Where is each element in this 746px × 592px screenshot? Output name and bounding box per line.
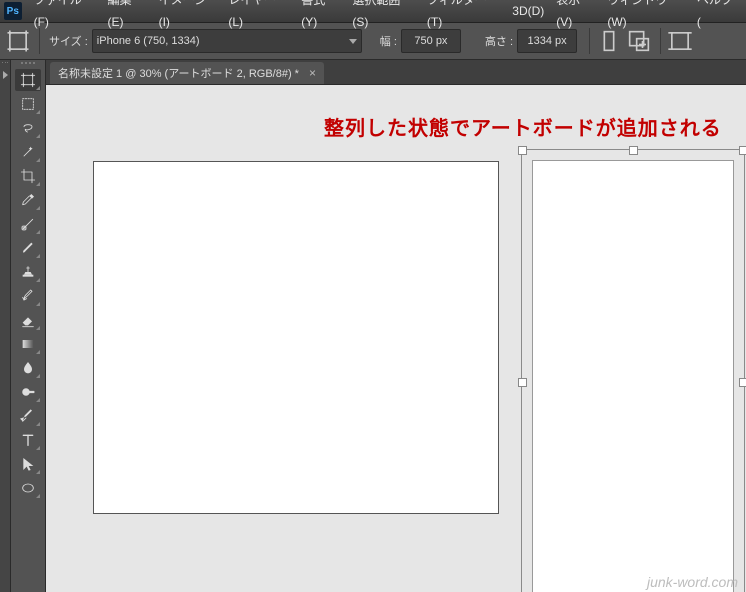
expand-panel-icon	[3, 71, 8, 79]
lasso-tool[interactable]	[15, 117, 41, 139]
brush-tool[interactable]	[15, 237, 41, 259]
chevron-down-icon	[349, 39, 357, 44]
align-artboard-button[interactable]	[666, 28, 694, 54]
orientation-portrait-button[interactable]	[595, 28, 623, 54]
width-label: 幅 :	[380, 33, 397, 49]
menu-help[interactable]: ヘルプ(	[691, 0, 742, 33]
document-tab-title: 名称未設定 1 @ 30% (アートボード 2, RGB/8#) *	[58, 65, 299, 81]
add-artboard-button[interactable]	[625, 28, 653, 54]
separator	[589, 28, 590, 54]
crop-tool[interactable]	[15, 165, 41, 187]
width-input[interactable]	[401, 29, 461, 53]
size-preset-value: iPhone 6 (750, 1334)	[97, 30, 200, 52]
resize-handle-middle-left[interactable]	[518, 378, 527, 387]
eraser-tool[interactable]	[15, 309, 41, 331]
artboard-2-selection[interactable]	[521, 149, 745, 592]
artboard-tool[interactable]	[15, 69, 41, 91]
separator	[39, 28, 40, 54]
canvas-area[interactable]: 整列した状態でアートボードが追加される junk-word.com	[46, 84, 746, 592]
healing-brush-tool[interactable]	[15, 213, 41, 235]
clone-stamp-tool[interactable]	[15, 261, 41, 283]
artboard-1[interactable]	[93, 161, 499, 514]
close-icon[interactable]: ×	[309, 67, 316, 79]
blur-tool[interactable]	[15, 357, 41, 379]
collapsed-panel-strip[interactable]	[0, 60, 11, 592]
path-selection-tool[interactable]	[15, 453, 41, 475]
type-tool[interactable]	[15, 429, 41, 451]
resize-handle-top-right[interactable]	[739, 146, 746, 155]
workspace: 名称未設定 1 @ 30% (アートボード 2, RGB/8#) * × 整列し…	[0, 60, 746, 592]
grip-icon	[20, 62, 36, 66]
artboard-tool-icon[interactable]	[4, 28, 32, 54]
canvas-main: 名称未設定 1 @ 30% (アートボード 2, RGB/8#) * × 整列し…	[46, 60, 746, 592]
dodge-tool[interactable]	[15, 381, 41, 403]
ps-logo-text: Ps	[7, 6, 19, 17]
height-label: 高さ :	[485, 33, 513, 49]
watermark-text: junk-word.com	[647, 574, 738, 590]
pen-tool[interactable]	[15, 405, 41, 427]
separator	[660, 28, 661, 54]
eyedropper-tool[interactable]	[15, 189, 41, 211]
resize-handle-top-center[interactable]	[629, 146, 638, 155]
size-label: サイズ :	[49, 33, 88, 49]
artboard-2	[532, 160, 734, 592]
document-tabstrip: 名称未設定 1 @ 30% (アートボード 2, RGB/8#) * ×	[46, 60, 746, 85]
menu-bar: Ps ファイル(F) 編集(E) イメージ(I) レイヤー(L) 書式(Y) 選…	[0, 0, 746, 23]
resize-handle-top-left[interactable]	[518, 146, 527, 155]
magic-wand-tool[interactable]	[15, 141, 41, 163]
shape-tool[interactable]	[15, 477, 41, 499]
height-input[interactable]	[517, 29, 577, 53]
gradient-tool[interactable]	[15, 333, 41, 355]
photoshop-logo: Ps	[4, 2, 22, 20]
resize-handle-middle-right[interactable]	[739, 378, 746, 387]
marquee-tool[interactable]	[15, 93, 41, 115]
size-preset-dropdown[interactable]: iPhone 6 (750, 1334)	[92, 29, 362, 53]
annotation-text: 整列した状態でアートボードが追加される	[324, 112, 722, 141]
history-brush-tool[interactable]	[15, 285, 41, 307]
menu-3d[interactable]: 3D(D)	[506, 0, 550, 22]
tools-sidebar	[11, 60, 46, 592]
document-tab[interactable]: 名称未設定 1 @ 30% (アートボード 2, RGB/8#) * ×	[50, 62, 324, 84]
